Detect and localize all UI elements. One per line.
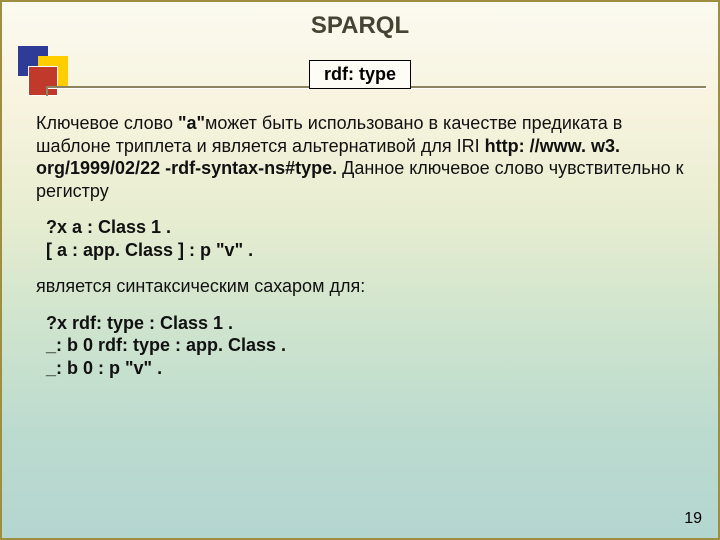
paragraph-1: Ключевое слово "a"может быть использован… <box>36 112 694 202</box>
logo-icon <box>18 46 80 88</box>
divider-tick <box>46 86 48 96</box>
page-number: 19 <box>684 510 702 528</box>
code-block-2: ?x rdf: type : Class 1 . _: b 0 rdf: typ… <box>46 312 694 380</box>
slide-title: SPARQL <box>2 12 718 40</box>
body-text: Ключевое слово "a"может быть использован… <box>36 112 694 393</box>
code-block-1: ?x a : Class 1 . [ a : app. Class ] : p … <box>46 216 694 261</box>
paragraph-2: является синтаксическим сахаром для: <box>36 275 694 298</box>
subtitle-box: rdf: type <box>309 60 411 89</box>
p1-prefix: Ключевое слово <box>36 113 178 133</box>
p1-keyword: "a" <box>178 113 205 133</box>
slide: SPARQL rdf: type Ключевое слово "a"может… <box>0 0 720 540</box>
